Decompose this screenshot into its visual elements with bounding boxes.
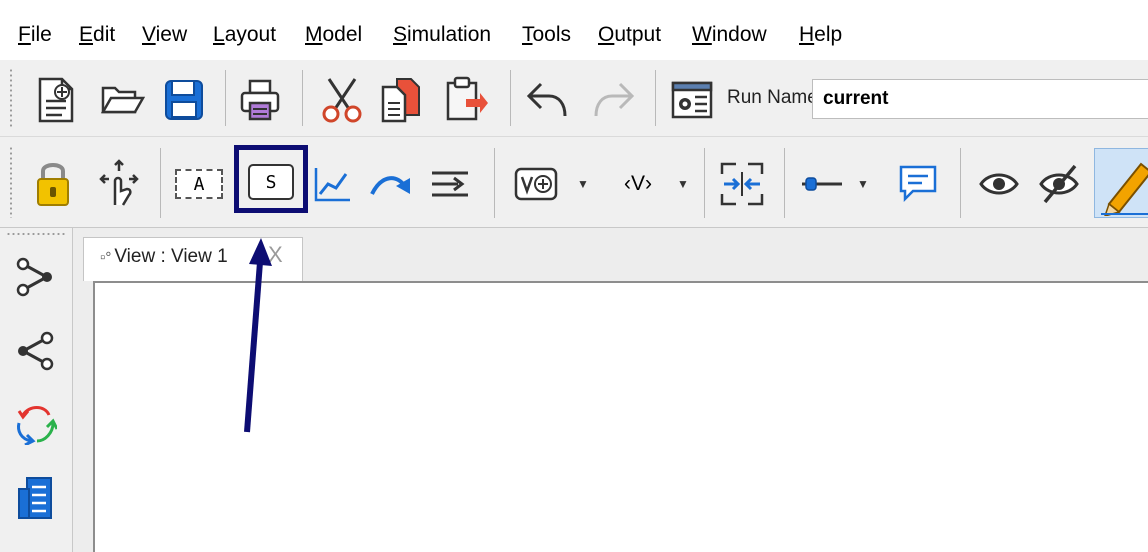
- copy-button[interactable]: [376, 74, 426, 126]
- equation-button[interactable]: [425, 162, 475, 206]
- line-chart-button[interactable]: [308, 160, 356, 208]
- separator: [160, 148, 161, 218]
- line-chart-icon: [314, 168, 350, 202]
- new-model-button[interactable]: [32, 74, 80, 126]
- slider-button[interactable]: [796, 162, 848, 206]
- document-button[interactable]: [10, 472, 60, 524]
- comment-button[interactable]: [893, 160, 943, 208]
- causes-tree-button[interactable]: [10, 252, 60, 302]
- separator: [302, 70, 303, 126]
- open-button[interactable]: [97, 78, 147, 122]
- variable-dropdown-arrow[interactable]: ▼: [677, 177, 689, 191]
- toolbar-grip[interactable]: [9, 146, 13, 218]
- tab-close-button[interactable]: X: [268, 242, 283, 268]
- loops-icon: [17, 406, 57, 445]
- arrow-icon: [370, 176, 410, 195]
- redo-icon: [594, 82, 635, 117]
- open-folder-icon: [100, 86, 145, 114]
- separator: [510, 70, 511, 126]
- menu-model[interactable]: Model: [305, 22, 362, 48]
- text-tool-label: A: [193, 173, 205, 195]
- merge-button[interactable]: [716, 158, 768, 210]
- pencil-icon: [1101, 162, 1148, 216]
- menu-view[interactable]: View: [142, 22, 187, 48]
- show-button[interactable]: [974, 162, 1024, 206]
- lock-button[interactable]: [30, 156, 76, 210]
- menu-bar: File Edit View Layout Model Simulation T…: [0, 0, 1148, 61]
- print-button[interactable]: [235, 76, 285, 124]
- eye-icon: [979, 173, 1019, 195]
- menu-simulation[interactable]: Simulation: [393, 22, 491, 48]
- annotation-highlight-box: [234, 145, 308, 213]
- menu-layout[interactable]: Layout: [213, 22, 276, 48]
- equation-icon: [432, 171, 468, 197]
- text-tool-icon: A: [175, 169, 223, 199]
- simulation-settings-button[interactable]: [667, 78, 717, 122]
- loops-button[interactable]: [10, 398, 60, 448]
- toolbar-grip[interactable]: [9, 68, 13, 128]
- separator: [960, 148, 961, 218]
- document-icon: [18, 477, 52, 519]
- separator: [225, 70, 226, 126]
- cut-icon: [322, 78, 362, 123]
- comment-icon: [899, 165, 937, 203]
- undo-icon: [526, 82, 567, 117]
- palette-grip[interactable]: [6, 232, 66, 236]
- sketch-pencil-button[interactable]: [1094, 148, 1148, 218]
- new-model-icon: [38, 77, 74, 123]
- menu-tools[interactable]: Tools: [522, 22, 571, 48]
- menu-help[interactable]: Help: [799, 22, 842, 48]
- menu-file[interactable]: File: [18, 22, 52, 48]
- text-tool-button[interactable]: A: [172, 164, 226, 204]
- print-icon: [240, 79, 280, 121]
- variable-add-button[interactable]: [510, 162, 562, 206]
- variable-dropdown-icon: ‹V›: [624, 172, 652, 195]
- merge-icon: [720, 162, 764, 206]
- menu-edit[interactable]: Edit: [79, 22, 115, 48]
- variable-add-icon: [514, 167, 558, 201]
- paste-button[interactable]: [440, 74, 492, 126]
- move-button[interactable]: [95, 156, 143, 210]
- copy-icon: [381, 78, 420, 123]
- separator: [784, 148, 785, 218]
- menu-output[interactable]: Output: [598, 22, 661, 48]
- variable-dropdown-button[interactable]: ‹V›: [612, 164, 664, 204]
- paste-icon: [446, 76, 488, 121]
- run-name-label: Run Name:: [727, 87, 824, 108]
- undo-button[interactable]: [523, 76, 573, 124]
- simulation-settings-icon: [671, 81, 713, 119]
- move-icon: [99, 159, 139, 206]
- causes-tree-icon: [16, 257, 52, 297]
- separator: [655, 70, 656, 126]
- lock-icon: [37, 163, 69, 206]
- tab-view-label: ▫° View : View 1: [100, 246, 228, 267]
- variable-add-dropdown-arrow[interactable]: ▼: [577, 177, 589, 191]
- run-name-input[interactable]: current: [812, 79, 1148, 119]
- menu-window[interactable]: Window: [692, 22, 767, 48]
- separator: [494, 148, 495, 218]
- uses-tree-button[interactable]: [10, 326, 60, 376]
- sketch-canvas[interactable]: [93, 281, 1148, 552]
- save-icon: [165, 80, 203, 120]
- hide-icon: [1039, 164, 1079, 204]
- rate-arrow-button[interactable]: [366, 162, 418, 206]
- uses-tree-icon: [18, 331, 54, 371]
- hide-button[interactable]: [1032, 158, 1086, 210]
- separator: [704, 148, 705, 218]
- slider-dropdown-arrow[interactable]: ▼: [857, 177, 869, 191]
- cut-button[interactable]: [316, 74, 368, 126]
- redo-button[interactable]: [588, 76, 638, 124]
- slider-icon: [802, 177, 842, 191]
- save-button[interactable]: [160, 76, 208, 124]
- view-tab-icon: ▫°: [100, 249, 112, 266]
